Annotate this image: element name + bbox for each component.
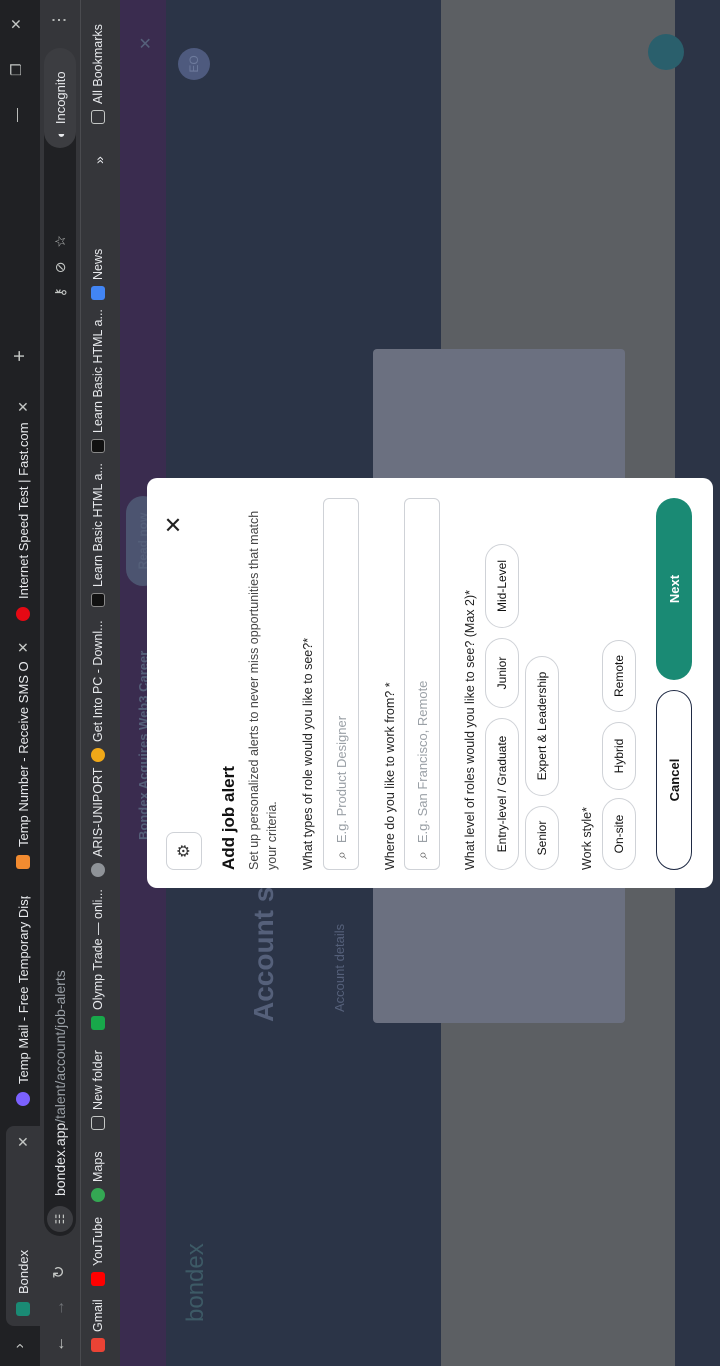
role-placeholder: E.g. Product Designer [333,715,349,844]
bookmark-gmail[interactable]: Gmail [91,1299,105,1352]
close-icon[interactable]: ✕ [15,401,32,413]
work-style-chip[interactable]: Remote [602,640,636,712]
bookmark-youtube[interactable]: YouTube [91,1217,105,1286]
restore-icon[interactable]: ❐ [8,63,25,76]
level-chip[interactable]: Senior [525,806,559,870]
role-search-input[interactable]: ⌕ E.g. Product Designer [323,498,359,870]
close-icon[interactable]: ✕ [15,642,32,654]
get-into-pc-icon [91,748,105,762]
bondex-favicon-icon [16,1302,30,1316]
folder-icon [91,1116,105,1130]
tab-title: Temp Mail - Free Temporary Disp [15,896,31,1084]
globe-icon [91,863,105,877]
tab-title: Bondex [15,1249,31,1294]
bookmark-learn-html-1[interactable]: Learn Basic HTML a... [91,463,105,607]
bookmark-news[interactable]: News [91,249,105,300]
bookmark-new-folder[interactable]: New folder [91,1050,105,1130]
bookmark-aris-uniport[interactable]: ARIS-UNIPORT [91,768,105,877]
location-label: Where do you like to work from? * [383,682,397,870]
add-job-alert-modal: ✕ ⚙ Add job alert Set up personalized al… [147,478,713,888]
tab-bondex[interactable]: Bondex ✕ [6,1126,40,1326]
site-info-icon[interactable]: ☷ [47,1206,73,1232]
account-details-link[interactable]: Account details [332,924,347,1012]
search-icon: ⌕ [413,851,430,859]
more-menu-icon[interactable]: ⋮ [48,8,72,32]
bookmark-maps[interactable]: Maps [91,1151,105,1202]
reload-icon[interactable]: ↻ [48,1260,72,1284]
w3-icon [91,439,105,453]
maps-icon [91,1188,105,1202]
bookmark-get-into-pc[interactable]: Get Into PC - Downl... [91,620,105,762]
tab-temp-number[interactable]: Temp Number - Receive SMS O ✕ [6,639,40,879]
temp-mail-favicon-icon [16,1092,30,1106]
tab-strip: › Bondex ✕ Temp Mail - Free Temporary Di… [0,0,40,1366]
incognito-badge[interactable]: ◐ Incognito [44,48,76,148]
location-search-input[interactable]: ⌕ E.g. San Francisco, Remote [404,498,440,870]
close-icon[interactable]: ✕ [136,37,156,50]
eye-off-icon[interactable]: ⊘ [52,262,69,274]
address-bar[interactable]: ☷ bondex.app/talent/account/job-alerts ⚷… [44,61,76,1236]
work-style-label: Work style* [580,807,594,870]
avatar[interactable]: EO [178,48,210,80]
temp-number-favicon-icon [16,855,30,869]
key-icon[interactable]: ⚷ [52,287,69,297]
chat-icon[interactable] [648,34,684,70]
search-icon: ⌕ [332,851,349,859]
tab-search-chevron-icon[interactable]: › [8,1334,32,1358]
settings-gear-icon: ⚙ [166,832,202,870]
browser-toolbar: ← → ↻ ☷ bondex.app/talent/account/job-al… [40,0,80,1366]
close-icon[interactable]: ✕ [161,516,187,534]
url-text[interactable]: bondex.app/talent/account/job-alerts [52,970,68,1196]
level-chip[interactable]: Mid-Level [485,544,519,628]
olymp-trade-icon [91,1016,105,1030]
tab-fast-com[interactable]: Internet Speed Test | Fast.com ✕ [6,391,40,631]
incognito-label: Incognito [52,71,68,125]
youtube-icon [91,1272,105,1286]
close-icon[interactable]: ✕ [15,1136,32,1148]
next-button[interactable]: Next [656,498,692,680]
location-placeholder: E.g. San Francisco, Remote [414,680,430,844]
minimize-icon[interactable]: — [8,108,24,122]
bookmark-olymp-trade[interactable]: Olymp Trade — onli... [91,889,105,1030]
window-close-icon[interactable]: ✕ [8,18,25,30]
gmail-icon [91,1338,105,1352]
back-arrow-icon[interactable]: ← [48,1332,72,1356]
bookmarks-bar: Gmail YouTube Maps New folder Olymp Trad… [80,0,120,1366]
bondex-logo: bondex [182,1243,209,1322]
bookmark-learn-html-2[interactable]: Learn Basic HTML a... [91,309,105,453]
new-tab-plus-icon[interactable]: + [8,344,32,368]
account-heading: Account se [248,871,279,1022]
tab-temp-mail[interactable]: Temp Mail - Free Temporary Disp ✕ [6,896,40,1116]
level-label: What level of roles would you like to se… [463,590,477,870]
modal-subtitle: Set up personalized alerts to never miss… [247,510,279,870]
fast-com-favicon-icon [16,607,30,621]
level-chip[interactable]: Entry-level / Graduate [485,718,519,870]
cancel-button[interactable]: Cancel [656,690,692,870]
tab-title: Temp Number - Receive SMS O [15,661,31,847]
w3-icon [91,593,105,607]
bookmarks-overflow-icon[interactable]: » [91,156,107,164]
role-label: What types of role would you like to see… [301,637,315,870]
level-chip[interactable]: Junior [485,638,519,708]
news-icon [91,286,105,300]
all-bookmarks[interactable]: All Bookmarks [91,24,105,124]
forward-arrow-icon[interactable]: → [48,1296,72,1320]
work-style-chip[interactable]: Hybrid [602,722,636,790]
bookmark-star-icon[interactable]: ☆ [52,235,69,248]
level-chip[interactable]: Expert & Leadership [525,656,559,796]
folder-icon [91,110,105,124]
tab-title: Internet Speed Test | Fast.com [15,422,31,599]
work-style-chip[interactable]: On-site [602,798,636,870]
incognito-icon: ◐ [52,130,68,138]
modal-title: Add job alert [219,766,238,870]
